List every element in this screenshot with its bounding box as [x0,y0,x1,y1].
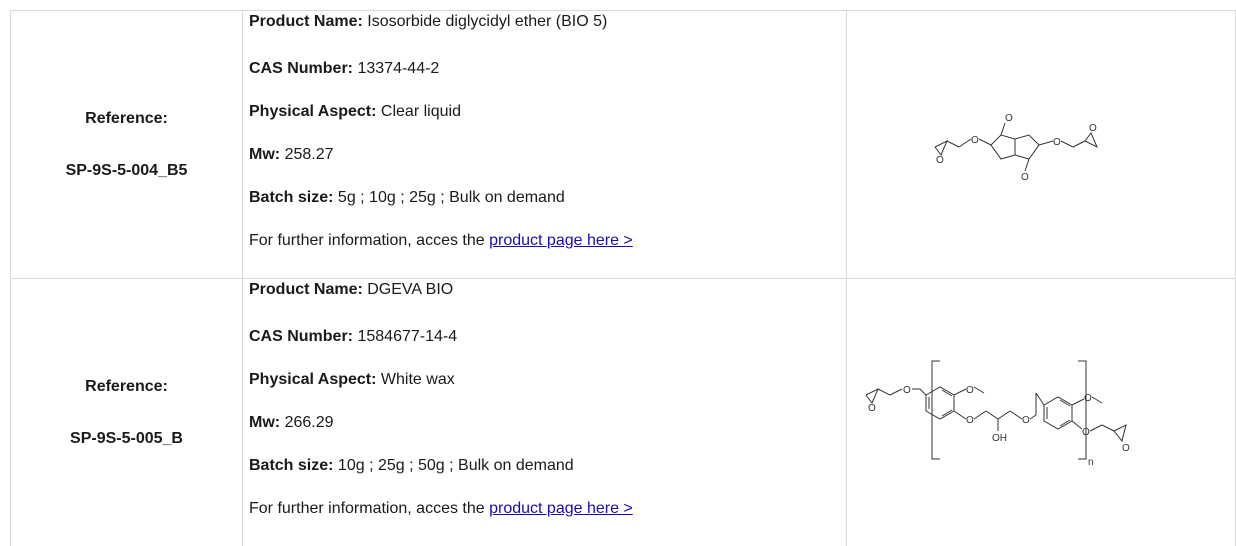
physical-aspect-label: Physical Aspect: [249,371,377,388]
mw-line: Mw: 266.29 [249,401,846,444]
dgeva-structure-image: O O O O OH O n O O O [865,360,1130,468]
batch-size-value: 10g ; 25g ; 50g ; Bulk on demand [337,457,574,474]
cas-number-label: CAS Number: [249,60,354,77]
oxygen-label: O [1084,393,1092,404]
batch-size-label: Batch size: [249,457,334,474]
batch-size-line: Batch size: 5g ; 10g ; 25g ; Bulk on dem… [249,176,846,219]
hydroxyl-label: OH [992,433,1007,444]
reference-code: SP-9S-5-005_B [70,429,183,447]
product-page-link[interactable]: product page here > [489,232,633,249]
oxygen-label: O [1022,415,1030,426]
mw-line: Mw: 258.27 [249,133,846,176]
cas-number-line: CAS Number: 13374-44-2 [249,47,846,90]
repeat-unit-label: n [1088,457,1094,468]
cas-number-label: CAS Number: [249,328,354,345]
table-row: Reference: SP-9S-5-004_B5 Product Name: … [11,11,1236,279]
oxygen-label: O [1005,113,1013,124]
mw-value: 258.27 [284,146,334,163]
cas-number-value: 13374-44-2 [357,60,440,77]
batch-size-label: Batch size: [249,189,334,206]
further-info-text: For further information, acces the [249,232,485,249]
product-name-value: DGEVA BIO [367,281,454,298]
mw-label: Mw: [249,414,281,431]
physical-aspect-label: Physical Aspect: [249,103,377,120]
batch-size-line: Batch size: 10g ; 25g ; 50g ; Bulk on de… [249,444,846,487]
oxygen-label: O [966,385,974,396]
product-name-line: Product Name: Isosorbide diglycidyl ethe… [249,11,846,47]
product-name-line: Product Name: DGEVA BIO [249,279,846,315]
product-table: Reference: SP-9S-5-004_B5 Product Name: … [10,10,1236,546]
product-info-cell: Product Name: Isosorbide diglycidyl ethe… [243,11,847,278]
oxygen-label: O [1089,123,1097,134]
oxygen-label: O [1053,137,1061,148]
physical-aspect-value: Clear liquid [380,103,461,120]
reference-label: Reference: [85,377,168,395]
further-info-text: For further information, acces the [249,500,485,517]
reference-code: SP-9S-5-004_B5 [65,161,188,179]
isosorbide-structure-image: O O O O O O [934,113,1098,183]
mw-label: Mw: [249,146,281,163]
oxygen-label: O [936,155,944,166]
structure-cell: O O O O O O [847,11,1236,278]
structure-cell: O O O O OH O n O O O [847,279,1236,546]
oxygen-label: O [868,403,876,414]
product-page-link[interactable]: product page here > [489,500,633,517]
product-name-value: Isosorbide diglycidyl ether (BIO 5) [367,13,608,30]
mw-value: 266.29 [284,414,334,431]
reference-cell: Reference: SP-9S-5-004_B5 [11,11,243,278]
oxygen-label: O [966,415,974,426]
cas-number-value: 1584677-14-4 [357,328,458,345]
cas-number-line: CAS Number: 1584677-14-4 [249,315,846,358]
product-name-label: Product Name: [249,13,363,30]
further-info-line: For further information, acces the produ… [249,219,846,262]
oxygen-label: O [971,135,979,146]
reference-label: Reference: [85,109,168,127]
oxygen-label: O [1122,443,1130,454]
physical-aspect-line: Physical Aspect: Clear liquid [249,90,846,133]
physical-aspect-value: White wax [380,371,455,388]
product-info-cell: Product Name: DGEVA BIO CAS Number: 1584… [243,279,847,546]
table-row: Reference: SP-9S-5-005_B Product Name: D… [11,279,1236,546]
further-info-line: For further information, acces the produ… [249,487,846,530]
physical-aspect-line: Physical Aspect: White wax [249,358,846,401]
oxygen-label: O [903,385,911,396]
product-name-label: Product Name: [249,281,363,298]
oxygen-label: O [1021,172,1029,183]
reference-cell: Reference: SP-9S-5-005_B [11,279,243,546]
oxygen-label: O [1082,427,1090,438]
batch-size-value: 5g ; 10g ; 25g ; Bulk on demand [337,189,565,206]
